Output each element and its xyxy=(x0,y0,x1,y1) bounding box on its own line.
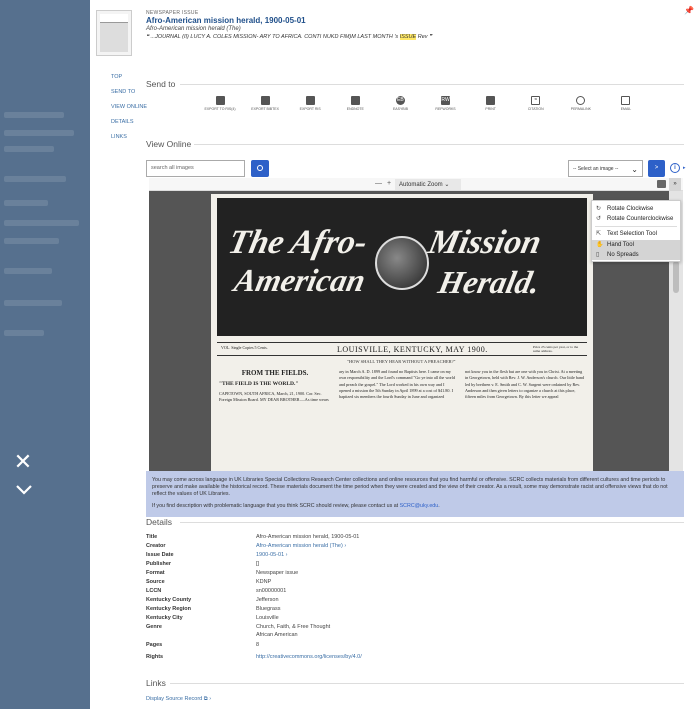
rotate-clockwise-item[interactable]: ↻ Rotate Clockwise xyxy=(592,204,680,214)
nav-details[interactable]: DETAILS xyxy=(111,119,161,125)
easybib-icon: EB xyxy=(395,96,405,105)
rotate-cw-icon: ↻ xyxy=(596,206,602,212)
caret-right-icon[interactable]: ▸ xyxy=(683,165,686,171)
divider xyxy=(170,683,684,684)
main-content: NEWSPAPER ISSUE Afro-American mission he… xyxy=(90,0,695,709)
blurred-text xyxy=(4,300,62,306)
no-spreads-item[interactable]: ▯ No Spreads xyxy=(592,250,680,260)
blurred-text xyxy=(4,200,48,206)
image-search-input[interactable]: search all images xyxy=(146,160,245,177)
text-selection-item[interactable]: ⇱ Text Selection Tool xyxy=(592,229,680,239)
display-source-record-link[interactable]: Display Source Record ⧉ › xyxy=(146,696,211,703)
pdf-tools-menu: ↻ Rotate Clockwise ↺ Rotate Counterclockwi… xyxy=(591,200,681,262)
pdf-toolbar: — + Automatic Zoom ⌄ » xyxy=(149,178,683,191)
print-icon xyxy=(486,96,496,105)
rights-link[interactable]: http://creativecommons.org/licenses/by/4… xyxy=(256,654,586,660)
file-export-icon xyxy=(350,96,360,105)
search-snippet: ❝ ...JOURNAL (II) LUCY A. COLES MISSION-… xyxy=(146,34,432,40)
nav-send-to[interactable]: SEND TO xyxy=(111,89,161,95)
email-button[interactable]: EMAIL xyxy=(609,96,643,118)
links-heading: Links xyxy=(146,678,166,688)
export-ris-button[interactable]: EXPORT RIS xyxy=(293,96,327,118)
zoom-out-button[interactable]: — xyxy=(375,180,382,187)
cursor-icon: ⇱ xyxy=(596,231,602,237)
file-export-icon xyxy=(260,96,270,105)
blurred-text xyxy=(4,146,54,152)
blurred-text xyxy=(4,112,64,118)
article-column: ary in March A. D. 1899 and found no Bap… xyxy=(339,369,456,400)
hand-tool-item[interactable]: ✋ Hand Tool xyxy=(592,240,680,250)
content-notice: You may come across language in UK Libra… xyxy=(146,471,684,517)
rotate-ccw-icon: ↺ xyxy=(596,216,602,222)
blurred-text xyxy=(4,130,74,136)
citation-button[interactable]: ❞ CITATION xyxy=(519,96,553,118)
blurred-text xyxy=(4,238,59,244)
hand-icon: ✋ xyxy=(596,242,604,248)
divider xyxy=(180,84,684,85)
file-export-icon xyxy=(305,96,315,105)
blurred-text xyxy=(4,176,66,182)
export-ris4-button[interactable]: EXPORT TO RIS(4) xyxy=(203,96,237,118)
file-export-icon xyxy=(215,96,225,105)
scrc-email-link[interactable]: SCRC@uky.edu xyxy=(400,503,439,509)
item-header: NEWSPAPER ISSUE Afro-American mission he… xyxy=(90,0,695,66)
export-bibtex-button[interactable]: EXPORT BIBTEX xyxy=(248,96,282,118)
chevron-down-icon[interactable] xyxy=(14,482,34,498)
zoom-select[interactable]: Automatic Zoom ⌄ xyxy=(395,179,461,190)
image-select[interactable]: -- Select an image -- ⌄ xyxy=(568,160,643,177)
zoom-in-button[interactable]: + xyxy=(387,180,391,187)
item-title[interactable]: Afro-American mission herald, 1900-05-01 xyxy=(146,16,306,25)
divider xyxy=(180,522,684,523)
divider xyxy=(194,144,684,145)
left-overlay-panel: ✕ xyxy=(0,0,90,709)
issue-thumbnail[interactable] xyxy=(96,10,132,56)
permalink-button[interactable]: PERMALINK xyxy=(564,96,598,118)
send-to-heading: Send to xyxy=(146,79,176,89)
pin-icon[interactable]: 📌 xyxy=(684,6,694,15)
article-column: FROM THE FIELDS. "THE FIELD IS THE WORLD… xyxy=(219,369,329,403)
nav-view-online[interactable]: VIEW ONLINE xyxy=(111,104,161,110)
refworks-button[interactable]: RW REFWORKS xyxy=(429,96,463,118)
blurred-text xyxy=(4,330,44,336)
dateline: VOL. Single Copies 5 Cents. LOUISVILLE, … xyxy=(217,342,587,356)
item-subtitle: Afro-American mission herald (The) xyxy=(146,26,241,32)
issue-date-link[interactable]: 1900-05-01 › xyxy=(256,552,586,558)
article-column: not know you in the flesh but are one wi… xyxy=(465,369,585,400)
snippet-highlight: ISSUE xyxy=(399,34,417,40)
info-icon[interactable]: i xyxy=(670,163,680,173)
view-online-heading: View Online xyxy=(146,139,192,149)
print-icon[interactable] xyxy=(657,180,666,188)
details-heading: Details xyxy=(146,517,172,527)
easybib-button[interactable]: EB EASYBIB xyxy=(383,96,417,118)
quote-icon: ❞ xyxy=(531,96,541,105)
scrollbar-thumb[interactable] xyxy=(673,261,679,293)
menu-divider xyxy=(595,226,677,227)
newspaper-page-image: The Afro- American Mission Herald. VOL. … xyxy=(211,194,593,471)
endnote-button[interactable]: ENDNOTE xyxy=(338,96,372,118)
send-to-toolbar: EXPORT TO RIS(4) EXPORT BIBTEX EXPORT RI… xyxy=(203,96,643,118)
print-button[interactable]: PRINT xyxy=(474,96,508,118)
page-icon: ▯ xyxy=(596,252,600,258)
search-button[interactable] xyxy=(251,160,269,177)
refworks-icon: RW xyxy=(441,96,451,105)
link-icon xyxy=(576,96,586,105)
masthead: The Afro- American Mission Herald. xyxy=(217,198,587,336)
creator-link[interactable]: Afro-American mission herald (The) › xyxy=(256,543,586,549)
tools-menu-button[interactable]: » xyxy=(669,178,681,191)
globe-illustration xyxy=(375,236,429,290)
blurred-text xyxy=(4,268,52,274)
rotate-counterclockwise-item[interactable]: ↺ Rotate Counterclockwise xyxy=(592,214,680,224)
blurred-text xyxy=(4,220,79,226)
go-button[interactable]: > xyxy=(648,160,665,177)
envelope-icon xyxy=(621,96,631,105)
chevron-down-icon: ⌄ xyxy=(631,165,638,174)
close-icon[interactable]: ✕ xyxy=(12,451,34,473)
